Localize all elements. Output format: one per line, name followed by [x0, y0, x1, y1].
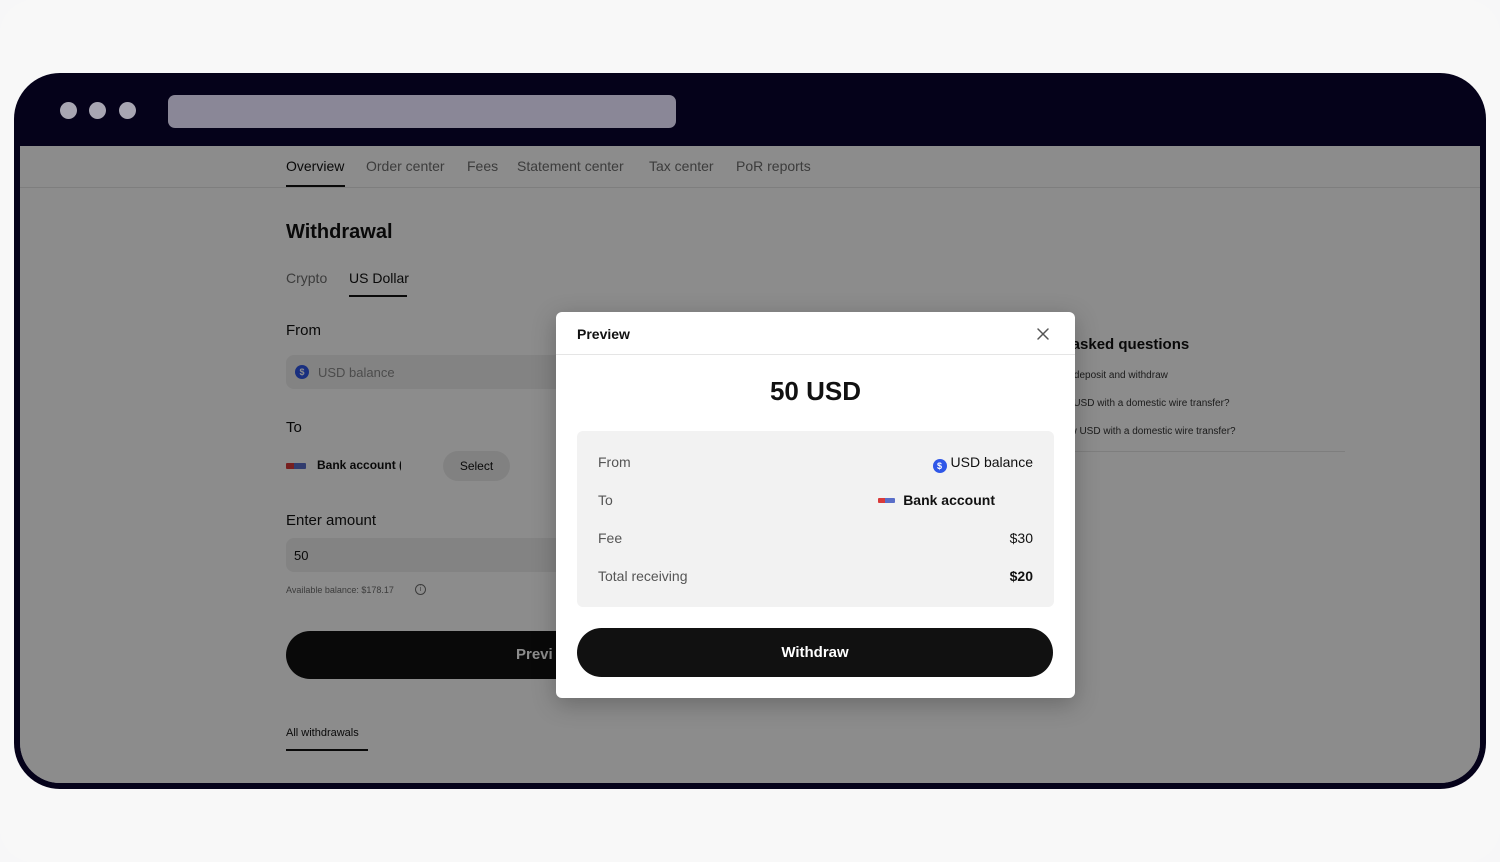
withdraw-button[interactable]: Withdraw — [577, 628, 1053, 677]
modal-header: Preview — [556, 312, 1075, 355]
modal-title: Preview — [577, 326, 630, 342]
address-bar[interactable] — [168, 95, 676, 128]
window-dot-icon[interactable] — [119, 102, 136, 119]
summary-total-value: $20 — [1009, 568, 1033, 584]
summary-panel: From $ USD balance To Bank account Fee $3… — [577, 431, 1054, 607]
window-dot-icon[interactable] — [60, 102, 77, 119]
summary-to-value: Bank account — [903, 492, 995, 508]
preview-modal: Preview 50 USD From $ USD balance To Bank… — [556, 312, 1075, 698]
summary-fee-value: $30 — [1009, 530, 1033, 546]
summary-to-label: To — [598, 492, 613, 508]
summary-total-label: Total receiving — [598, 568, 688, 584]
summary-from-value: $ USD balance — [932, 454, 1034, 473]
usd-coin-icon: $ — [932, 459, 947, 473]
close-icon[interactable] — [1033, 324, 1053, 344]
summary-fee-label: Fee — [598, 530, 623, 546]
summary-from-text: USD balance — [950, 454, 1034, 470]
window-dot-icon[interactable] — [89, 102, 106, 119]
bank-logo-icon — [878, 498, 895, 503]
withdraw-amount: 50 USD — [769, 376, 862, 406]
summary-from-label: From — [598, 454, 631, 470]
